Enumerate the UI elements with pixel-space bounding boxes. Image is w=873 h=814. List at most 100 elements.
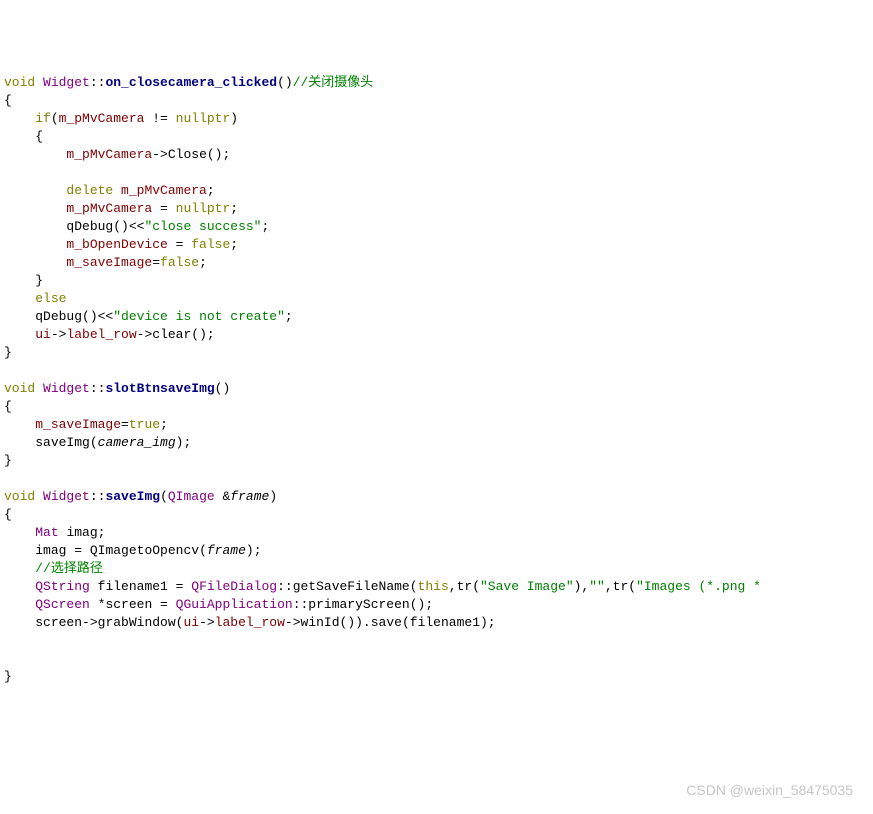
op: = [152,597,175,612]
member-var: m_pMvCamera [66,201,152,216]
comment: //选择路径 [35,561,103,576]
fn-call: grabWindow [98,615,176,630]
op: ()<< [82,309,113,324]
kw-nullptr: nullptr [176,111,231,126]
op: = [168,237,191,252]
semi: ; [230,201,238,216]
op: ()<< [113,219,144,234]
op: = [121,417,129,432]
scope-op: :: [90,381,106,396]
fn-name: slotBtnsaveImg [105,381,214,396]
var: screen [105,597,152,612]
indent [4,525,35,540]
paren: (); [207,147,230,162]
op: & [215,489,231,504]
string: "close success" [144,219,261,234]
member-var: m_bOpenDevice [66,237,167,252]
type: QString [35,579,90,594]
op: != [144,111,175,126]
string: "device is not create" [113,309,285,324]
indent [4,597,35,612]
semi: ; [160,417,168,432]
watermark-text: CSDN @weixin_58475035 [686,781,853,799]
scope-op: :: [90,75,106,90]
indent [4,579,35,594]
paren: ), [574,579,590,594]
paren: ( [160,489,168,504]
comma: , [449,579,457,594]
comment: //关闭摄像头 [293,75,374,90]
brace: { [4,507,12,522]
kw-nullptr: nullptr [176,201,231,216]
sp [90,579,98,594]
arrow: -> [137,327,153,342]
arrow: -> [199,615,215,630]
kw-void: void [4,381,35,396]
op: = [152,255,160,270]
var: screen [35,615,82,630]
paren: ( [199,543,207,558]
indent [4,327,35,342]
string: "Images (*.png * [636,579,761,594]
brace: } [4,273,43,288]
string: "" [589,579,605,594]
fn-call: QImagetoOpencv [90,543,199,558]
cls-name: Widget [43,75,90,90]
param: frame [207,543,246,558]
indent [4,201,66,216]
arrow: -> [285,615,301,630]
fn-call: tr [457,579,473,594]
kw-void: void [4,489,35,504]
paren: ) [230,111,238,126]
semi: ; [199,255,207,270]
indent [4,255,66,270]
semi: ; [261,219,269,234]
var: filename1 [98,579,168,594]
fn-call: tr [613,579,629,594]
kw-else: else [35,291,66,306]
scope-op: :: [293,597,309,612]
type: QScreen [35,597,90,612]
indent [4,219,66,234]
param: frame [230,489,269,504]
type: QImage [168,489,215,504]
semi: ; [98,525,106,540]
paren: ); [480,615,496,630]
fn-call: qDebug [66,219,113,234]
brace: { [4,129,43,144]
paren: ) [269,489,277,504]
member-var: ui [183,615,199,630]
member-var: m_pMvCamera [121,183,207,198]
brace: } [4,345,12,360]
paren: ( [410,579,418,594]
var: imag [66,525,97,540]
brace: { [4,399,12,414]
fn-name: on_closecamera_clicked [105,75,277,90]
fn-name: saveImg [105,489,160,504]
fn-call: winId [301,615,340,630]
comma: , [605,579,613,594]
cls-name: Widget [43,381,90,396]
string: "Save Image" [480,579,574,594]
member-var: m_saveImage [35,417,121,432]
member-var: label_row [215,615,285,630]
paren: ( [51,111,59,126]
var: imag [35,543,66,558]
arrow: -> [51,327,67,342]
member-var: m_pMvCamera [59,111,145,126]
scope-op: :: [90,489,106,504]
member-var: label_row [66,327,136,342]
op: * [90,597,106,612]
indent [4,561,35,576]
member-var: m_pMvCamera [66,147,152,162]
semi: ; [230,237,238,252]
brace: { [4,93,12,108]
indent [4,435,35,450]
param: camera_img [98,435,176,450]
op: = [152,201,175,216]
method-call: clear [152,327,191,342]
member-var: ui [35,327,51,342]
indent [4,309,35,324]
paren: ( [90,435,98,450]
paren: (); [191,327,214,342]
